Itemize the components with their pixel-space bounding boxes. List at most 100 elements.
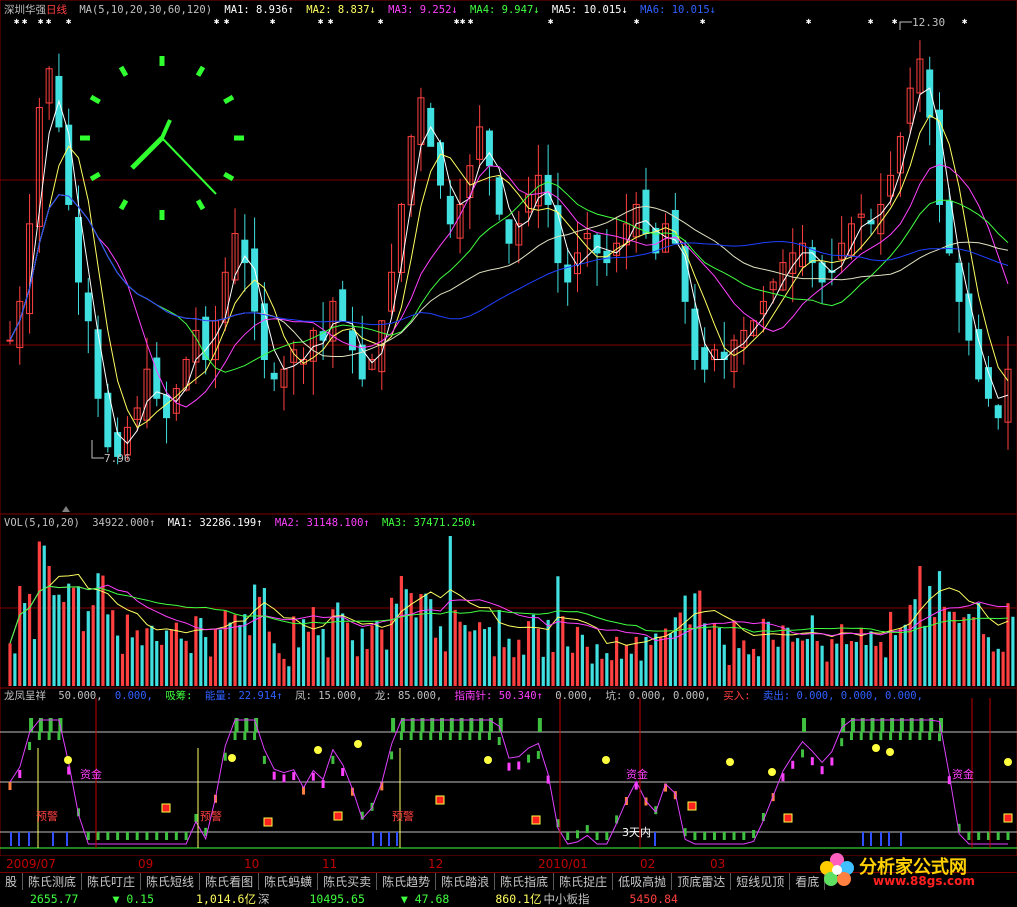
tab-3[interactable]: 陈氏短线 (141, 873, 201, 891)
ind-feng: 凤: 15.000, (295, 690, 363, 702)
tab-6[interactable]: 陈氏买卖 (318, 873, 378, 891)
tab-12[interactable]: 顶底雷达 (672, 873, 732, 891)
volume-bar (189, 653, 193, 686)
indicator-panel[interactable]: 龙凤呈祥 50.000, 0.000, 吸筹: 能量: 22.914↑ 凤: 1… (0, 688, 1017, 856)
candle-body (495, 177, 503, 215)
oscillator-bar (399, 732, 403, 740)
price-panel[interactable]: ✱ ✱ ✱ ✱ ✱ ✱ ✱ ✱ ✱ ✱ ✱ ✱ ✱ ✱ ✱ ✱ ✱ ✱ ✱ ✱ ✱ 深圳华强日线 MA(5,10,20,… (0, 0, 1017, 514)
yujing-marker-3: 预警 (392, 810, 414, 823)
volume-bar (130, 637, 134, 686)
indicator-title: 龙凤呈祥 50.000, 0.000, 吸筹: 能量: 22.914↑ 凤: 1… (4, 690, 929, 703)
oscillator-bar (8, 782, 12, 790)
volume-bar (204, 637, 208, 686)
signal-square (783, 813, 793, 823)
vol-ma3: MA3: 37471.250↓ (382, 517, 477, 529)
top-star-mark: ✱ (548, 17, 554, 27)
tab-11[interactable]: 低吸高抛 (613, 873, 673, 891)
signal-dot (354, 740, 362, 748)
high-pointer (899, 21, 912, 30)
ma-definition: MA(5,10,20,30,60,120) (79, 4, 213, 16)
volume-chart[interactable] (0, 514, 1017, 688)
signal-dot (484, 756, 492, 764)
volume-bar (732, 620, 736, 686)
volume-bar (424, 593, 428, 686)
oscillator-bar (585, 825, 589, 834)
oscillator-bar (566, 832, 570, 840)
volume-bar (693, 593, 697, 686)
volume-bar (32, 639, 37, 686)
candle-body (965, 293, 973, 341)
period-label: 日线 (46, 4, 67, 16)
oscillator-bar (507, 762, 511, 771)
oscillator-bar (57, 732, 61, 740)
oscillator-bar (184, 832, 188, 840)
tab-0[interactable]: 股 (0, 873, 24, 891)
tab-1[interactable]: 陈氏测底 (23, 873, 83, 891)
volume-bar (800, 640, 805, 686)
blue-signal-bar (52, 832, 54, 846)
volume-bar (884, 657, 888, 686)
volume-bar (742, 640, 746, 686)
top-star-mark: ✱ (634, 17, 640, 27)
volume-bar (624, 645, 629, 686)
tab-5[interactable]: 陈氏蚂蟥 (259, 873, 319, 891)
tab-10[interactable]: 陈氏捉庄 (554, 873, 614, 891)
volume-bar (297, 647, 301, 686)
volume-bar (306, 631, 311, 686)
volume-bar (409, 593, 413, 686)
tab-13[interactable]: 短线见顶 (731, 873, 791, 891)
oscillator-bar (810, 757, 814, 766)
x-label-1: 2009/07 (6, 857, 56, 871)
x-label-3: 10 (244, 857, 260, 871)
oscillator-bar (820, 766, 824, 775)
candle-body (270, 372, 278, 380)
volume-bar (463, 625, 467, 686)
signal-dot (768, 768, 776, 776)
volume-bar (991, 651, 995, 686)
zijin-marker-1: 资金 (80, 768, 102, 781)
volume-panel[interactable]: VOL(5,10,20) 34922.000↑ MA1: 32286.199↑ … (0, 514, 1017, 688)
volume-bar (434, 637, 438, 686)
volume-bar (923, 625, 927, 686)
tab-2[interactable]: 陈氏叮庄 (82, 873, 142, 891)
candle-body (691, 308, 699, 361)
volume-bar (282, 658, 286, 686)
volume-bar (771, 639, 775, 686)
ma3-value: MA3: 9.252↓ (388, 4, 458, 16)
stock-name[interactable]: 深圳华强 (4, 4, 46, 16)
ind-v1: 50.000, (58, 690, 103, 702)
volume-bar (248, 635, 252, 686)
tab-8[interactable]: 陈氏踏浪 (436, 873, 496, 891)
oscillator-bar (478, 732, 482, 740)
volume-bar (854, 641, 858, 686)
tab-9[interactable]: 陈氏指底 (495, 873, 555, 891)
volume-bar (228, 622, 232, 686)
tab-7[interactable]: 陈氏趋势 (377, 873, 437, 891)
sz-index: 10495.65 (309, 891, 365, 906)
candle-body (681, 245, 689, 302)
volume-bar (619, 658, 624, 686)
blue-signal-bar (18, 832, 20, 846)
tab-4[interactable]: 陈氏看图 (200, 873, 260, 891)
oscillator-bar (321, 780, 325, 788)
volume-bar (879, 641, 883, 686)
volume-bar (8, 643, 12, 686)
volume-bar (47, 566, 51, 686)
volume-bar (874, 645, 878, 686)
clock-tick (118, 199, 129, 211)
volume-bar (698, 590, 702, 686)
clock-tick (195, 65, 206, 77)
oscillator-bar (331, 755, 335, 764)
top-star-mark: ✱ (460, 17, 466, 27)
oscillator-bar (468, 732, 472, 740)
oscillator-bar (448, 732, 452, 740)
volume-title: VOL(5,10,20) 34922.000↑ MA1: 32286.199↑ … (4, 517, 483, 530)
indicator-chart[interactable] (0, 688, 1017, 856)
price-chart[interactable]: ✱ ✱ ✱ ✱ ✱ ✱ ✱ ✱ ✱ ✱ ✱ ✱ ✱ ✱ ✱ ✱ ✱ ✱ ✱ ✱ ✱ (0, 0, 1017, 514)
volume-bar (385, 649, 389, 686)
clock-tick (89, 94, 101, 105)
volume-bar (575, 626, 580, 686)
oscillator-bar (155, 832, 159, 840)
status-bar: 2655.77 ▼ 0.15 1,014.6亿 深 10495.65 ▼ 47.… (0, 890, 1017, 907)
volume-bar (580, 634, 584, 686)
